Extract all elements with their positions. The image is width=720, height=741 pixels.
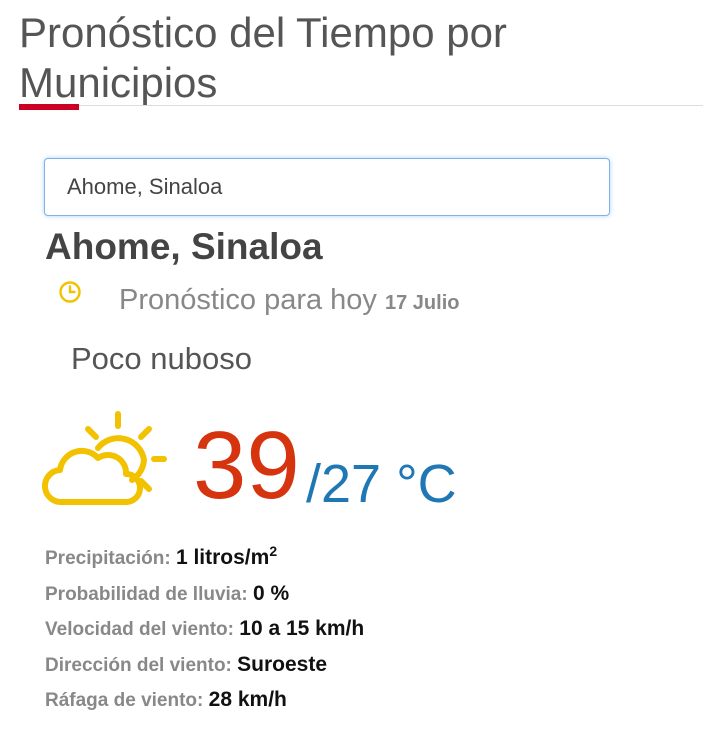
wind-speed-value: 10 a 15 km/h: [239, 617, 365, 640]
wind-speed-row: Velocidad del viento: 10 a 15 km/h: [45, 611, 685, 647]
wind-direction-value: Suroeste: [237, 652, 328, 676]
precipitation-value: 1 litros/m2: [175, 543, 278, 569]
max-temperature: 39: [193, 412, 300, 519]
forecast-date: 17 Julio: [385, 292, 460, 314]
rain-probability-row: Probabilidad de lluvia: 0 %: [45, 576, 685, 612]
title-accent-underline: [19, 104, 79, 110]
precipitation-row: Precipitación: 1 litros/m2: [45, 540, 685, 576]
wind-direction-row: Dirección del viento: Suroeste: [45, 647, 685, 683]
title-divider: [19, 105, 703, 106]
wind-gust-label: Ráfaga de viento:: [45, 690, 204, 711]
rain-probability-value: 0 %: [252, 581, 290, 605]
wind-gust-value: 28 km/h: [208, 688, 287, 711]
forecast-label: Pronóstico para hoy: [119, 284, 377, 316]
municipality-search-input[interactable]: [44, 158, 610, 216]
wind-speed-label: Velocidad del viento:: [45, 619, 234, 640]
precipitation-label: Precipitación:: [45, 548, 171, 569]
weather-condition: Poco nuboso: [71, 341, 252, 376]
clock-icon: [59, 281, 81, 303]
partly-cloudy-icon: [42, 411, 167, 506]
forecast-heading: Pronóstico para hoy 17 Julio: [119, 282, 459, 321]
location-name: Ahome, Sinaloa: [45, 226, 323, 267]
weather-details: Precipitación: 1 litros/m2 Probabilidad …: [45, 540, 685, 718]
wind-direction-label: Dirección del viento:: [45, 654, 232, 676]
wind-gust-row: Ráfaga de viento: 28 km/h: [45, 682, 685, 718]
rain-probability-label: Probabilidad de lluvia:: [45, 583, 248, 605]
page-title: Pronóstico del Tiempo por Municipios: [19, 9, 507, 106]
min-temperature: /27 °C: [306, 454, 457, 514]
